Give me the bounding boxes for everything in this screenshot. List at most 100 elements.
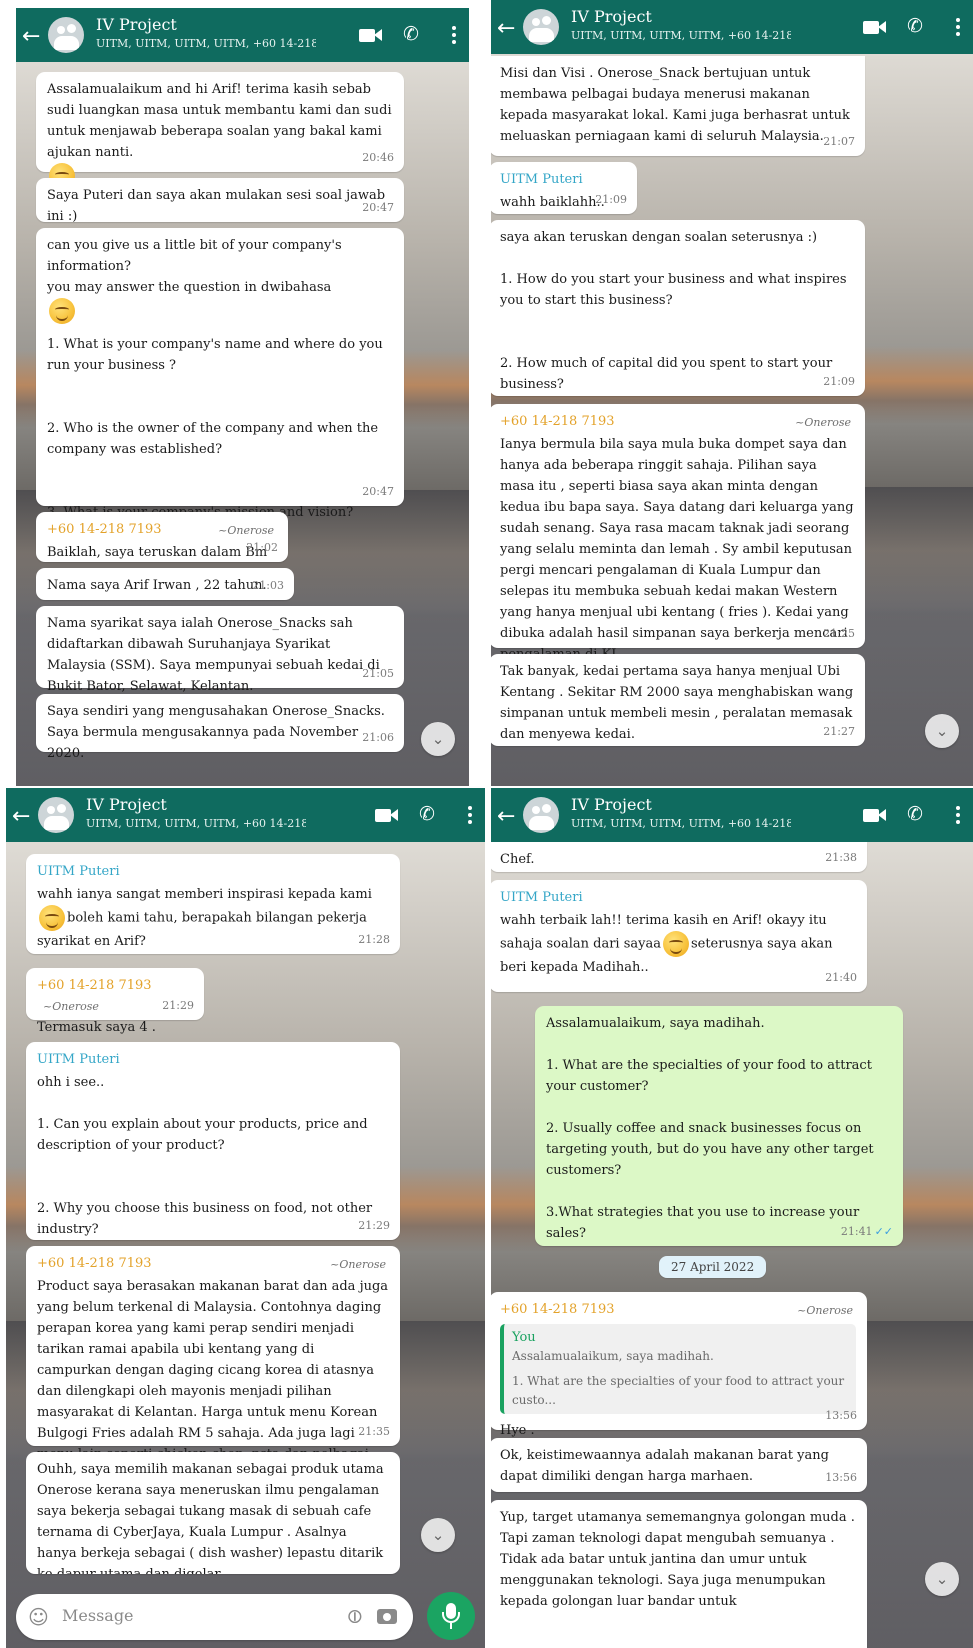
chat-participants[interactable]: UITM, UITM, UITM, UITM, +60 14-218 7193.… (571, 817, 791, 830)
sender-name[interactable]: +60 14-218 7193 (37, 978, 152, 993)
sender-name[interactable]: UITM Puteri (500, 169, 626, 190)
video-call-icon[interactable] (359, 26, 383, 46)
message-bubble[interactable]: +60 14-218 7193 ~Onerose Ianya bermula b… (491, 404, 865, 662)
message-bubble[interactable]: Saya Puteri dan saya akan mulakan sesi s… (36, 178, 404, 224)
message-bubble[interactable]: can you give us a little bit of your com… (36, 228, 404, 520)
message-time: 20:46 (362, 151, 394, 164)
phone-icon[interactable]: ✆ (419, 803, 443, 825)
message-text: can you give us a little bit of your com… (47, 238, 342, 295)
chat-participants[interactable]: UITM, UITM, UITM, UITM, +60 14-218 7193.… (571, 29, 791, 42)
attach-icon[interactable]: ⊘ (340, 1602, 369, 1631)
message-text: ohh i see.. 1. Can you explain about you… (37, 1075, 373, 1237)
message-time: 21:40 (825, 971, 857, 984)
group-avatar[interactable] (523, 797, 559, 833)
message-time: 21:28 (358, 933, 390, 946)
message-bubble[interactable]: +60 14-218 7193 ~Onerose Product saya be… (26, 1246, 400, 1483)
video-call-icon[interactable] (863, 806, 887, 826)
message-bubble[interactable]: Ok, keistimewaannya adalah makanan barat… (491, 1438, 867, 1492)
back-arrow-icon[interactable]: ← (497, 16, 515, 41)
message-bubble[interactable]: Yup, target utamanya sememangnya golonga… (491, 1500, 867, 1648)
back-arrow-icon[interactable]: ← (497, 804, 515, 829)
message-bubble[interactable]: +60 14-218 7193 ~Onerose Termasuk saya 4… (26, 968, 204, 1035)
chat-title[interactable]: IV Project (571, 795, 652, 814)
message-bubble[interactable]: Assalamualaikum and hi Arif! terima kasi… (36, 72, 404, 189)
more-options-icon[interactable] (465, 806, 475, 826)
sender-name[interactable]: UITM Puteri (500, 887, 856, 908)
video-call-icon[interactable] (375, 806, 399, 826)
message-text: Ouhh, saya memilih makanan sebagai produ… (37, 1462, 384, 1574)
message-time: 21:09 (823, 375, 855, 388)
chat-title[interactable]: IV Project (86, 795, 167, 814)
chat-participants[interactable]: UITM, UITM, UITM, UITM, +60 14-218 7193.… (96, 37, 316, 50)
message-text: Misi dan Visi . Onerose_Snack bertujuan … (500, 66, 855, 144)
message-bubble[interactable]: +60 14-218 7193 ~Onerose You Assalamuala… (491, 1292, 867, 1438)
message-list[interactable]: UITM Puteri wahh ianya sangat memberi in… (6, 842, 485, 1648)
message-bubble[interactable]: +60 14-218 7193 ~Onerose Baiklah, saya t… (36, 512, 288, 562)
sender-alias: ~Onerose (795, 416, 851, 429)
chat-title[interactable]: IV Project (96, 15, 177, 34)
quote-text: Assalamualaikum, saya madihah. (512, 1349, 714, 1363)
message-time: 21:27 (823, 725, 855, 738)
quoted-message[interactable]: You Assalamualaikum, saya madihah. 1. Wh… (500, 1324, 856, 1414)
message-bubble-outgoing[interactable]: Assalamualaikum, saya madihah. 1. What a… (535, 1006, 903, 1246)
message-time: 21:25 (823, 627, 855, 640)
message-bubble[interactable]: Misi dan Visi . Onerose_Snack bertujuan … (491, 56, 865, 156)
phone-icon[interactable]: ✆ (403, 23, 427, 45)
sender-name[interactable]: UITM Puteri (37, 1049, 389, 1070)
group-avatar[interactable] (38, 797, 74, 833)
message-text: boleh kami tahu, berapakah bilangan peke… (37, 910, 367, 950)
message-list[interactable]: Misi dan Visi . Onerose_Snack bertujuan … (491, 54, 973, 786)
message-time: 21:03 (252, 579, 284, 592)
chat-header: ← IV Project UITM, UITM, UITM, UITM, +60… (16, 8, 469, 62)
scroll-down-button[interactable]: ⌄ (421, 722, 455, 756)
scroll-down-button[interactable]: ⌄ (421, 1518, 455, 1552)
sender-name[interactable]: UITM Puteri (37, 861, 389, 882)
mic-button[interactable] (427, 1592, 475, 1640)
message-bubble[interactable]: Nama saya Arif Irwan , 22 tahun. 21:03 (36, 568, 294, 600)
phone-icon[interactable]: ✆ (907, 803, 931, 825)
camera-icon[interactable] (377, 1609, 397, 1624)
message-placeholder[interactable]: Message (62, 1606, 134, 1625)
message-time: 21:29 (162, 999, 194, 1012)
quote-text: 1. What are the specialties of your food… (512, 1374, 845, 1407)
message-bubble[interactable]: Ouhh, saya memilih makanan sebagai produ… (26, 1452, 400, 1574)
scroll-down-button[interactable]: ⌄ (925, 714, 959, 748)
message-bubble[interactable]: Nama syarikat saya ialah Onerose_Snacks … (36, 606, 404, 694)
back-arrow-icon[interactable]: ← (12, 804, 30, 829)
message-text: Assalamualaikum, saya madihah. 1. What a… (546, 1016, 874, 1241)
message-list[interactable]: Assalamualaikum and hi Arif! terima kasi… (16, 62, 469, 786)
chat-title[interactable]: IV Project (571, 7, 652, 26)
chat-participants[interactable]: UITM, UITM, UITM, UITM, +60 14-218 7193.… (86, 817, 306, 830)
message-bubble[interactable]: Tak banyak, kedai pertama saya hanya men… (491, 654, 865, 746)
chat-header: ← IV Project UITM, UITM, UITM, UITM, +60… (491, 0, 973, 54)
chevron-down-icon: ⌄ (431, 730, 445, 748)
sender-alias: ~Onerose (43, 1000, 99, 1013)
more-options-icon[interactable] (953, 18, 963, 38)
smiling-emoji-icon (49, 298, 75, 324)
message-bubble[interactable]: UITM Puteri ohh i see.. 1. Can you expla… (26, 1042, 400, 1240)
message-text: Assalamualaikum and hi Arif! terima kasi… (47, 82, 396, 160)
message-bubble[interactable]: UITM Puteri wahh terbaik lah!! terima ka… (491, 880, 867, 992)
more-options-icon[interactable] (449, 26, 459, 46)
video-call-icon[interactable] (863, 18, 887, 38)
message-time: 21:09 (595, 193, 627, 206)
message-list[interactable]: Chef. 21:38 UITM Puteri wahh terbaik lah… (491, 842, 973, 1648)
scroll-down-button[interactable]: ⌄ (925, 1562, 959, 1596)
message-text: Saya sendiri yang mengusahakan Onerose_S… (47, 704, 390, 761)
message-bubble[interactable]: saya akan teruskan dengan soalan seterus… (491, 220, 865, 396)
phone-icon[interactable]: ✆ (907, 15, 931, 37)
message-bubble[interactable]: UITM Puteri wahh ianya sangat memberi in… (26, 854, 400, 954)
message-bubble[interactable]: UITM Puteri wahh baiklahh.. 21:09 (491, 162, 637, 214)
back-arrow-icon[interactable]: ← (22, 24, 40, 49)
group-avatar[interactable] (523, 9, 559, 45)
read-receipt-icon: ✓✓ (874, 1225, 893, 1238)
emoji-icon[interactable]: ☺ (28, 1605, 49, 1629)
message-bubble[interactable]: Chef. 21:38 (491, 842, 867, 872)
message-time: 21:06 (362, 731, 394, 744)
more-options-icon[interactable] (953, 806, 963, 826)
message-text: Baiklah, saya teruskan dalam Bm (47, 545, 268, 560)
message-bubble[interactable]: Saya sendiri yang mengusahakan Onerose_S… (36, 694, 404, 761)
group-avatar[interactable] (48, 17, 84, 53)
message-time: 21:41 ✓✓ (840, 1225, 893, 1238)
message-input[interactable]: ☺ Message ⊘ (16, 1594, 413, 1640)
